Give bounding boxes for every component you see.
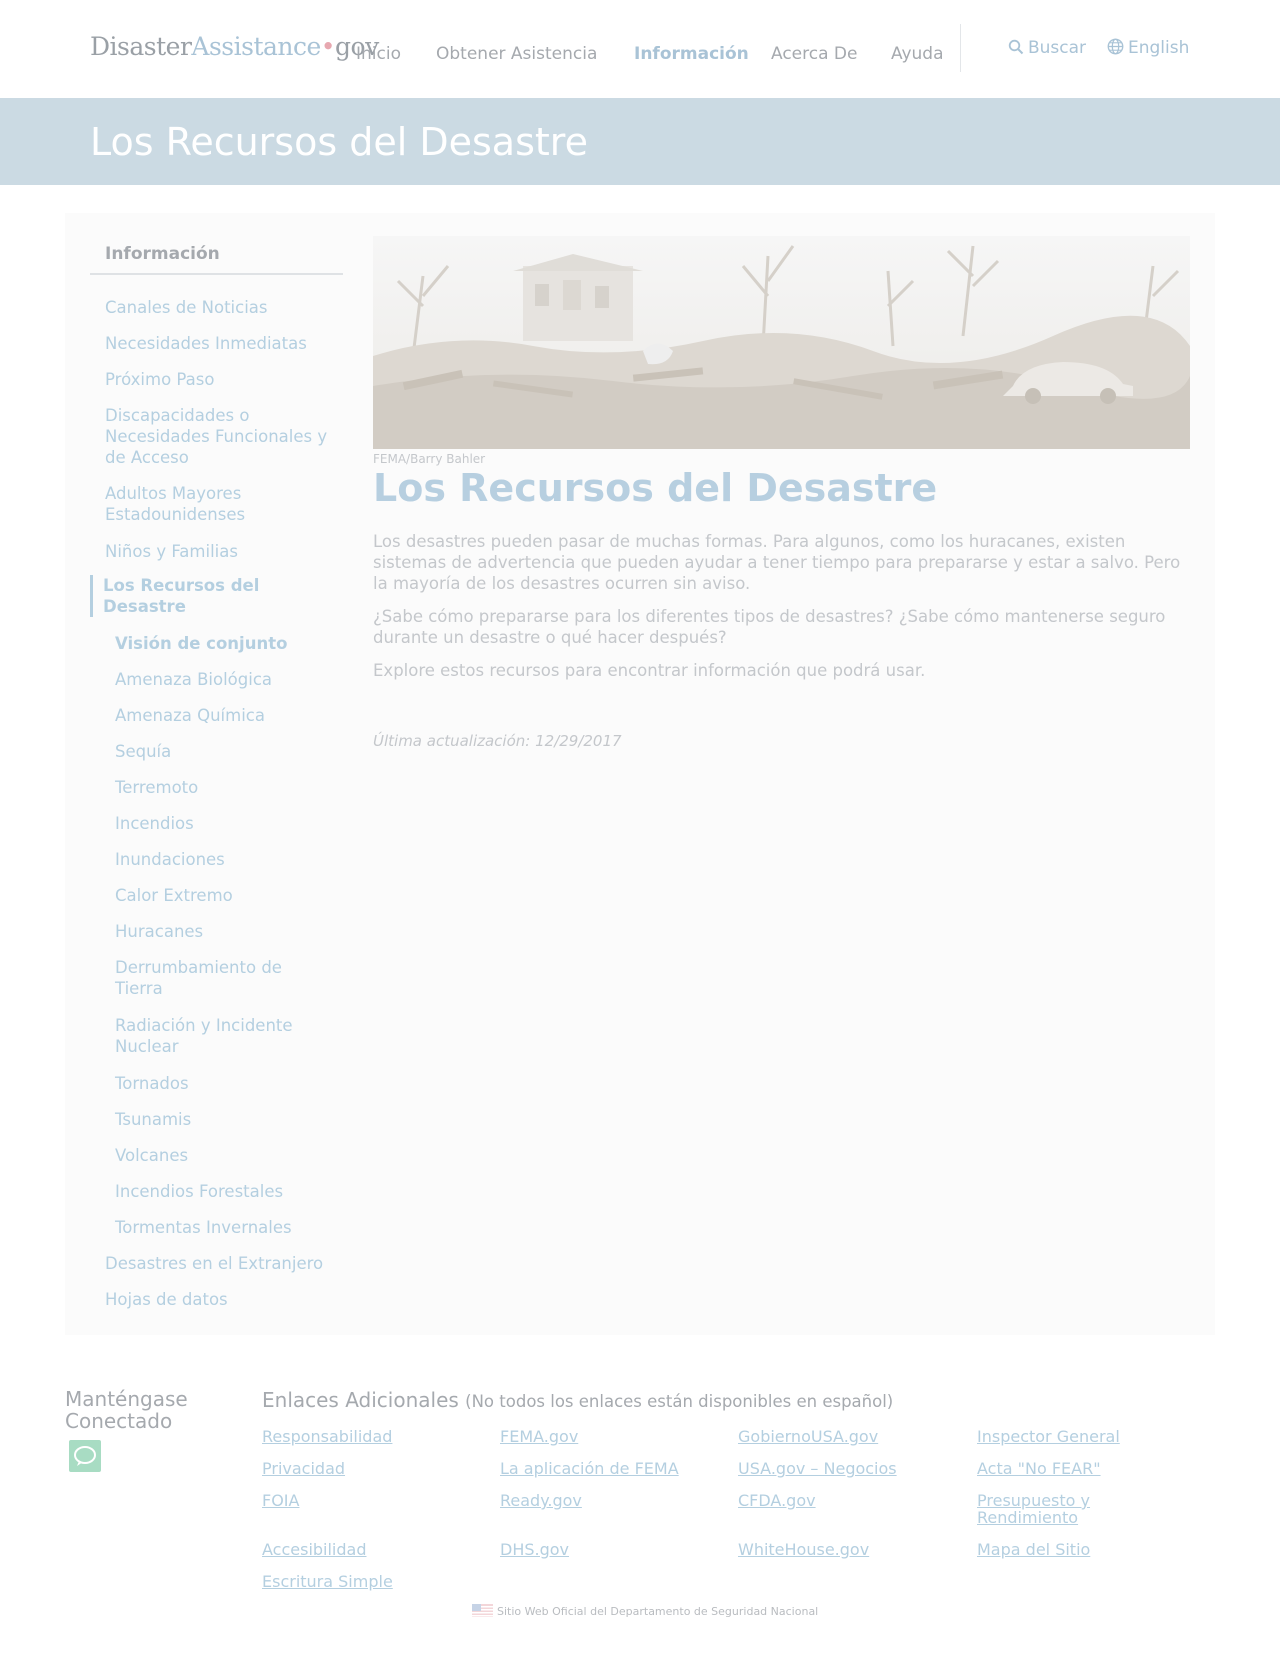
sidebar-item-adultos-mayores[interactable]: Adultos Mayores Estadounidenses — [105, 483, 335, 525]
nav-acerca-de[interactable]: Acerca De — [771, 44, 857, 64]
sidebar-subitem-calor-extremo[interactable]: Calor Extremo — [115, 885, 345, 906]
sidebar-subitem-incendios-forestales[interactable]: Incendios Forestales — [115, 1181, 345, 1202]
sidebar-item-recursos-del-desastre[interactable]: Los Recursos del Desastre — [90, 575, 323, 617]
footer-link-inspector-general[interactable]: Inspector General — [977, 1428, 1187, 1445]
footer-link-dhs[interactable]: DHS.gov — [500, 1541, 710, 1558]
search-icon — [1008, 39, 1024, 55]
additional-links-note: (No todos los enlaces están disponibles … — [465, 1392, 894, 1411]
footer-link-no-fear[interactable]: Acta "No FEAR" — [977, 1460, 1187, 1477]
sidebar-subitem-radiacion-nuclear[interactable]: Radiación y Incidente Nuclear — [115, 1015, 305, 1057]
sidebar-item-proximo-paso[interactable]: Próximo Paso — [105, 369, 335, 390]
questions-paragraph: ¿Sabe cómo prepararse para los diferente… — [373, 607, 1166, 647]
footer-link-fema[interactable]: FEMA.gov — [500, 1428, 710, 1445]
banner-title: Los Recursos del Desastre — [90, 120, 588, 164]
site-logo[interactable]: DisasterAssistance•gov — [90, 32, 379, 61]
logo-dot: • — [320, 32, 336, 61]
sidebar-item-hojas-de-datos[interactable]: Hojas de datos — [105, 1289, 335, 1310]
additional-links-heading: Enlaces Adicionales — [262, 1388, 459, 1412]
logo-text-assistance: Assistance — [191, 32, 321, 61]
last-updated: Última actualización: 12/29/2017 — [373, 732, 622, 750]
stay-connected-heading: Manténgase Conectado — [65, 1387, 188, 1433]
footer-link-whitehouse[interactable]: WhiteHouse.gov — [738, 1541, 948, 1558]
nav-divider — [960, 24, 961, 72]
sidebar-subitem-derrumbamiento[interactable]: Derrumbamiento de Tierra — [115, 957, 305, 999]
additional-links-title: Enlaces Adicionales (No todos los enlace… — [262, 1388, 893, 1412]
sidebar-subitem-amenaza-biologica[interactable]: Amenaza Biológica — [115, 669, 345, 690]
globe-icon — [1107, 38, 1124, 55]
sidebar-item-necesidades-inmediatas[interactable]: Necesidades Inmediatas — [105, 333, 335, 354]
sidebar-subitem-sequia[interactable]: Sequía — [115, 741, 345, 762]
logo-text-disaster: Disaster — [90, 32, 192, 61]
sidebar-title: Información — [105, 244, 220, 264]
footer-link-gobiernousa[interactable]: GobiernoUSA.gov — [738, 1428, 948, 1445]
sidebar-subitem-terremoto[interactable]: Terremoto — [115, 777, 345, 798]
sidebar-item-discapacidades[interactable]: Discapacidades o Necesidades Funcionales… — [105, 405, 335, 468]
search-label: Buscar — [1028, 38, 1087, 58]
footer-link-foia[interactable]: FOIA — [262, 1492, 472, 1509]
sidebar-subitem-incendios[interactable]: Incendios — [115, 813, 345, 834]
footer-link-presupuesto[interactable]: Presupuesto y Rendimiento — [977, 1492, 1127, 1526]
footer-link-ready[interactable]: Ready.gov — [500, 1492, 710, 1509]
sidebar-subitem-amenaza-quimica[interactable]: Amenaza Química — [115, 705, 345, 726]
sidebar-item-canales-de-noticias[interactable]: Canales de Noticias — [105, 297, 335, 318]
official-site-notice: Sitio Web Oficial del Departamento de Se… — [472, 1604, 818, 1618]
tornado-damage-photo — [373, 236, 1190, 449]
search-link[interactable]: Buscar — [1008, 38, 1086, 58]
us-flag-icon — [472, 1604, 493, 1617]
sidebar-divider — [90, 273, 343, 275]
sidebar-subitem-tsunamis[interactable]: Tsunamis — [115, 1109, 345, 1130]
site-header: DisasterAssistance•gov Inicio Obtener As… — [0, 0, 1280, 98]
sidebar-subitem-vision-de-conjunto[interactable]: Visión de conjunto — [115, 633, 345, 654]
intro-paragraph: Los desastres pueden pasar de muchas for… — [373, 532, 1181, 593]
sidebar-subitem-huracanes[interactable]: Huracanes — [115, 921, 345, 942]
footer-link-fema-app[interactable]: La aplicación de FEMA — [500, 1460, 710, 1477]
nav-obtener-asistencia[interactable]: Obtener Asistencia — [436, 44, 597, 64]
language-link[interactable]: English — [1107, 38, 1189, 58]
nav-ayuda[interactable]: Ayuda — [891, 44, 944, 64]
official-site-text: Sitio Web Oficial del Departamento de Se… — [497, 1605, 819, 1618]
hero-image — [373, 236, 1190, 449]
sidebar-subitem-volcanes[interactable]: Volcanes — [115, 1145, 345, 1166]
explore-paragraph: Explore estos recursos para encontrar in… — [373, 661, 926, 680]
sidebar-subitem-inundaciones[interactable]: Inundaciones — [115, 849, 345, 870]
sidebar-subitem-tormentas-invernales[interactable]: Tormentas Invernales — [115, 1217, 345, 1238]
sidebar-item-ninos-y-familias[interactable]: Niños y Familias — [105, 541, 335, 562]
nav-inicio[interactable]: Inicio — [356, 44, 401, 64]
footer-link-escritura-simple[interactable]: Escritura Simple — [262, 1573, 472, 1590]
footer-link-mapa-del-sitio[interactable]: Mapa del Sitio — [977, 1541, 1187, 1558]
page-banner: Los Recursos del Desastre — [0, 98, 1280, 185]
sidebar-item-desastres-extranjero[interactable]: Desastres en el Extranjero — [105, 1253, 335, 1274]
footer-link-usa-negocios[interactable]: USA.gov – Negocios — [738, 1460, 948, 1477]
image-caption: FEMA/Barry Bahler — [373, 452, 486, 466]
sidebar-subitem-tornados[interactable]: Tornados — [115, 1073, 345, 1094]
chat-social-icon[interactable] — [69, 1440, 101, 1472]
footer-link-privacidad[interactable]: Privacidad — [262, 1460, 472, 1477]
footer-link-responsabilidad[interactable]: Responsabilidad — [262, 1428, 472, 1445]
footer-link-cfda[interactable]: CFDA.gov — [738, 1492, 948, 1509]
page-title: Los Recursos del Desastre — [373, 466, 938, 510]
footer-link-accesibilidad[interactable]: Accesibilidad — [262, 1541, 472, 1558]
language-label: English — [1128, 38, 1190, 58]
speech-bubble-icon — [74, 1446, 96, 1466]
nav-informacion[interactable]: Información — [634, 44, 749, 64]
